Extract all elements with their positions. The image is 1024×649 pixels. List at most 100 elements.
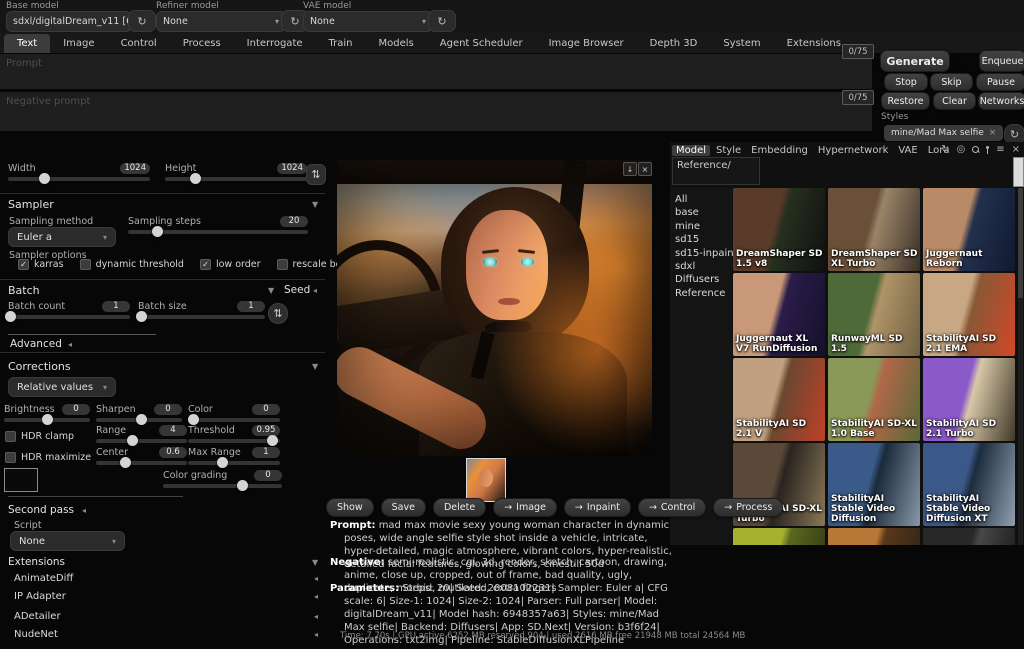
refresh-icon[interactable]: ↻ bbox=[941, 144, 949, 155]
networks-button[interactable]: Networks bbox=[978, 92, 1024, 110]
slider-value[interactable]: 1 bbox=[102, 301, 130, 312]
clear-button[interactable]: Clear bbox=[933, 92, 976, 110]
model-card[interactable]: DreamShaper SD 1.5 v8 bbox=[733, 188, 825, 271]
slider-value[interactable]: 0.6 bbox=[159, 447, 187, 458]
collapse-icon[interactable]: ▼ bbox=[312, 362, 318, 371]
slider-value[interactable]: 1024 bbox=[277, 163, 307, 174]
swap-batch-button[interactable]: ⇅ bbox=[268, 303, 288, 324]
sampler-option-karras[interactable]: ✓karras bbox=[18, 259, 64, 270]
tab-interrogate[interactable]: Interrogate bbox=[234, 34, 316, 53]
model-card[interactable] bbox=[733, 528, 825, 545]
send-to-inpaint-button[interactable]: →Inpaint bbox=[564, 498, 631, 517]
sampling-method-select[interactable]: Euler a ▾ bbox=[8, 227, 116, 247]
tab-text[interactable]: Text bbox=[4, 34, 50, 53]
slider-track[interactable] bbox=[128, 230, 308, 234]
model-card[interactable] bbox=[828, 528, 920, 545]
negative-prompt-input[interactable] bbox=[0, 92, 872, 131]
slider-track[interactable] bbox=[188, 461, 280, 465]
folder-sd15-inpaint[interactable]: sd15-inpaint bbox=[675, 247, 732, 260]
prompt-input[interactable] bbox=[0, 54, 872, 89]
collapse-left-icon[interactable]: ◂ bbox=[313, 286, 317, 295]
save-button[interactable]: Save bbox=[381, 498, 426, 517]
slider-track[interactable] bbox=[96, 418, 182, 422]
send-to-process-button[interactable]: →Process bbox=[713, 498, 783, 517]
collapse-left-icon[interactable]: ◂ bbox=[314, 612, 318, 621]
model-card[interactable] bbox=[923, 528, 1015, 545]
tab-image-browser[interactable]: Image Browser bbox=[536, 34, 637, 53]
slider-value[interactable]: 1 bbox=[237, 301, 265, 312]
generate-button[interactable]: Generate bbox=[880, 50, 950, 72]
sampler-option-low-order[interactable]: ✓low order bbox=[200, 259, 261, 270]
folder-diffusers[interactable]: Diffusers bbox=[675, 273, 732, 286]
send-to-image-button[interactable]: →Image bbox=[493, 498, 557, 517]
slider-knob[interactable] bbox=[5, 311, 16, 322]
slider-knob[interactable] bbox=[217, 457, 228, 468]
networks-tab-embedding[interactable]: Embedding bbox=[747, 145, 812, 156]
slider-value[interactable]: 0.95 bbox=[252, 425, 280, 436]
model-card[interactable]: StabilityAI SD 2.1 V bbox=[733, 358, 825, 441]
stop-button[interactable]: Stop bbox=[884, 73, 928, 91]
slider-knob[interactable] bbox=[39, 173, 50, 184]
tab-agent-scheduler[interactable]: Agent Scheduler bbox=[427, 34, 536, 53]
slider-track[interactable] bbox=[96, 461, 187, 465]
style-chip[interactable]: mine/Mad Max selfie × bbox=[884, 125, 1003, 141]
extension-item-animatediff[interactable]: AnimateDiff bbox=[14, 573, 73, 584]
delete-button[interactable]: Delete bbox=[433, 498, 486, 517]
slider-value[interactable]: 1 bbox=[252, 447, 280, 458]
restore-button[interactable]: Restore bbox=[881, 92, 930, 110]
list-icon[interactable]: ≡ bbox=[996, 144, 1004, 155]
networks-tab-hypernetwork[interactable]: Hypernetwork bbox=[814, 145, 892, 156]
slider-track[interactable] bbox=[8, 315, 130, 319]
model-card[interactable]: StabilityAI SD 2.1 EMA bbox=[923, 273, 1015, 356]
slider-knob[interactable] bbox=[152, 226, 163, 237]
base-model-select[interactable]: sdxl/digitalDream_v11 [6948: ▾ bbox=[6, 11, 132, 32]
networks-search-input[interactable]: Reference/ bbox=[672, 157, 760, 185]
folder-all[interactable]: All bbox=[675, 193, 732, 206]
tab-system[interactable]: System bbox=[710, 34, 773, 53]
pin-icon[interactable] bbox=[986, 146, 989, 154]
slider-value[interactable]: 0 bbox=[254, 470, 282, 481]
close-icon[interactable]: × bbox=[1012, 144, 1020, 155]
model-card[interactable]: StabilityAI Stable Video Diffusion XT bbox=[923, 443, 1015, 526]
model-card[interactable]: DreamShaper SD XL Turbo bbox=[828, 188, 920, 271]
slider-track[interactable] bbox=[8, 177, 150, 181]
download-image-button[interactable]: ↓ bbox=[623, 162, 637, 176]
slider-track[interactable] bbox=[138, 315, 265, 319]
slider-track[interactable] bbox=[163, 484, 282, 488]
networks-tab-model[interactable]: Model bbox=[672, 145, 710, 156]
tab-process[interactable]: Process bbox=[170, 34, 234, 53]
script-select[interactable]: None ▾ bbox=[10, 531, 125, 551]
slider-knob[interactable] bbox=[267, 435, 278, 446]
slider-value[interactable]: 0 bbox=[154, 404, 182, 415]
hdr-clamp-checkbox[interactable]: HDR clamp bbox=[5, 431, 74, 442]
search-icon[interactable] bbox=[972, 146, 979, 153]
vae-model-refresh-button[interactable]: ↻ bbox=[428, 10, 456, 32]
close-image-button[interactable]: × bbox=[638, 162, 652, 176]
slider-track[interactable] bbox=[188, 439, 280, 443]
show-button[interactable]: Show bbox=[326, 498, 374, 517]
folder-mine[interactable]: mine bbox=[675, 220, 732, 233]
tab-image[interactable]: Image bbox=[50, 34, 107, 53]
hdr-maximize-checkbox[interactable]: HDR maximize bbox=[5, 452, 91, 463]
slider-value[interactable]: 0 bbox=[252, 404, 280, 415]
collapse-left-icon[interactable]: ◂ bbox=[314, 574, 318, 583]
refiner-model-select[interactable]: None ▾ bbox=[156, 11, 286, 32]
color-grade-swatch[interactable] bbox=[4, 468, 38, 492]
slider-value[interactable]: 0 bbox=[62, 404, 90, 415]
slider-knob[interactable] bbox=[190, 173, 201, 184]
folder-sd15[interactable]: sd15 bbox=[675, 233, 732, 246]
extension-item-adetailer[interactable]: ADetailer bbox=[14, 611, 61, 622]
send-to-control-button[interactable]: →Control bbox=[638, 498, 706, 517]
tab-train[interactable]: Train bbox=[316, 34, 366, 53]
slider-value[interactable]: 1024 bbox=[120, 163, 150, 174]
sampler-option-dynamic-threshold[interactable]: dynamic threshold bbox=[80, 259, 184, 270]
collapse-left-icon[interactable]: ◂ bbox=[82, 506, 86, 515]
slider-track[interactable] bbox=[96, 439, 187, 443]
apply-icon[interactable]: ◎ bbox=[956, 144, 965, 155]
skip-button[interactable]: Skip bbox=[930, 73, 973, 91]
extension-item-nudenet[interactable]: NudeNet bbox=[14, 629, 58, 640]
tab-models[interactable]: Models bbox=[366, 34, 427, 53]
slider-knob[interactable] bbox=[120, 457, 131, 468]
enqueue-button[interactable]: Enqueue bbox=[979, 50, 1024, 72]
model-card[interactable]: StabilityAI Stable Video Diffusion bbox=[828, 443, 920, 526]
